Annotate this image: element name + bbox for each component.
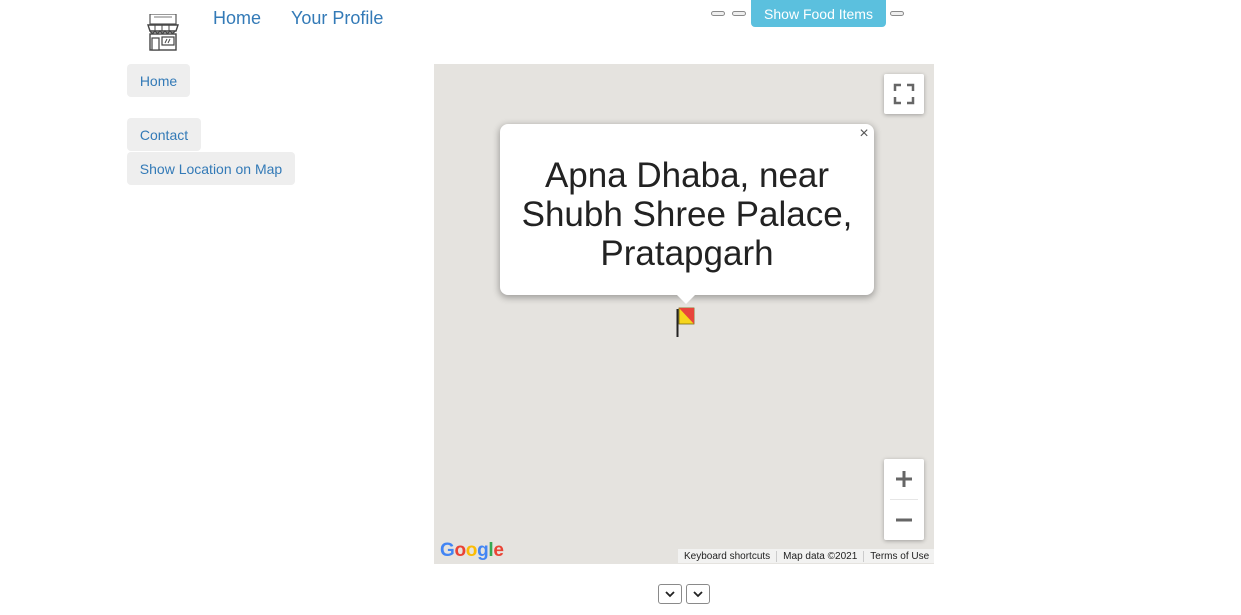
- fullscreen-icon: [893, 83, 915, 105]
- fullscreen-button[interactable]: [884, 74, 924, 114]
- zoom-out-button[interactable]: [884, 500, 924, 540]
- sidebar-item-show-location[interactable]: Show Location on Map: [127, 152, 295, 185]
- footer-select[interactable]: [686, 584, 710, 604]
- zoom-controls: [884, 459, 924, 540]
- address-line-2: Shubh Shree Palace,: [521, 195, 853, 234]
- keyboard-shortcuts-link[interactable]: Keyboard shortcuts: [678, 551, 776, 562]
- nav-link-home[interactable]: Home: [213, 8, 261, 29]
- address-line-3: Pratapgarh: [600, 234, 774, 273]
- small-button[interactable]: [732, 11, 746, 16]
- flag-marker-icon[interactable]: [676, 307, 698, 339]
- storefront-icon: [146, 13, 180, 52]
- chevron-down-icon: [665, 591, 675, 598]
- chevron-down-icon: [693, 591, 703, 598]
- google-logo[interactable]: Google: [440, 540, 504, 562]
- info-window: × Apna Dhaba, near Shubh Shree Palace, P…: [500, 124, 874, 304]
- sidebar-item-contact[interactable]: Contact: [127, 118, 201, 151]
- address-line-1: Apna Dhaba, near: [544, 156, 830, 195]
- map-data-text: Map data ©2021: [776, 550, 863, 562]
- map-attribution: Keyboard shortcuts Map data ©2021 Terms …: [678, 549, 934, 563]
- info-window-tail: [676, 294, 696, 304]
- footer-select[interactable]: [658, 584, 682, 604]
- nav-link-your-profile[interactable]: Your Profile: [291, 8, 383, 29]
- google-map[interactable]: × Apna Dhaba, near Shubh Shree Palace, P…: [434, 64, 934, 564]
- minus-icon: [896, 518, 912, 522]
- sidebar-item-home[interactable]: Home: [127, 64, 190, 97]
- terms-of-use-link[interactable]: Terms of Use: [863, 550, 934, 562]
- small-button[interactable]: [711, 11, 725, 16]
- plus-icon: [896, 471, 912, 487]
- small-button[interactable]: [890, 11, 904, 16]
- zoom-in-button[interactable]: [884, 459, 924, 499]
- close-icon[interactable]: ×: [856, 126, 872, 142]
- info-window-content: Apna Dhaba, near Shubh Shree Palace, Pra…: [510, 156, 864, 273]
- show-food-items-button[interactable]: Show Food Items: [751, 0, 886, 27]
